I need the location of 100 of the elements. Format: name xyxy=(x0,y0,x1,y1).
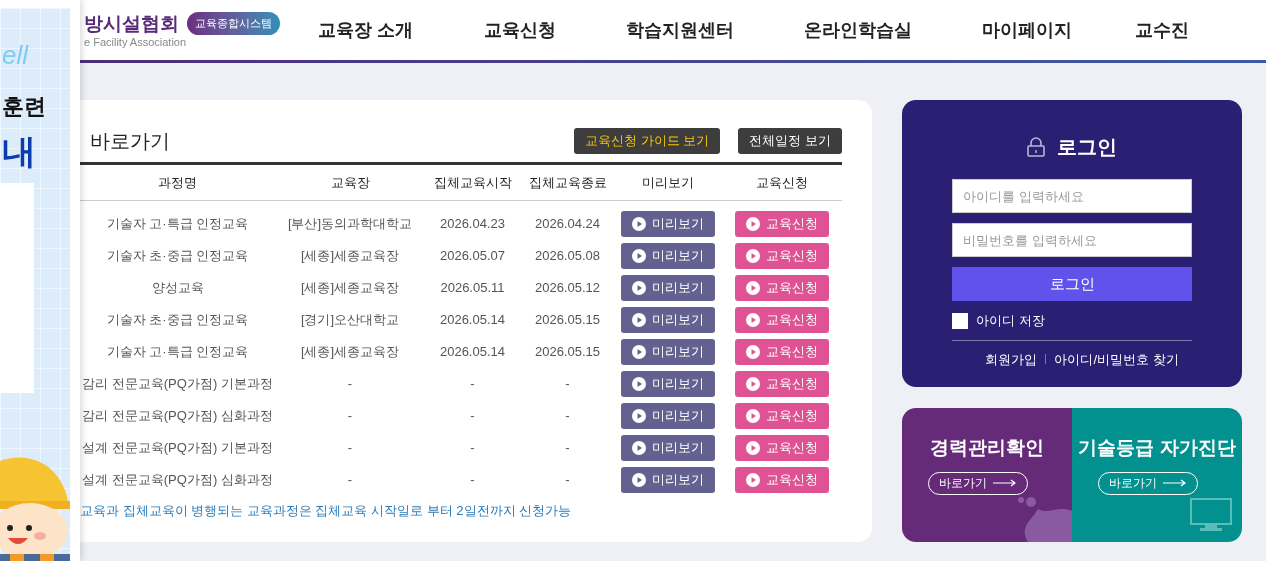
remember-label: 아이디 저장 xyxy=(976,312,1045,330)
system-badge: 교육종합시스템 xyxy=(187,12,280,35)
table-cell-text: 기술자 고·특급 인정교육 xyxy=(106,343,249,362)
banner-headline: 훈련 xyxy=(2,93,46,121)
table-cell-text: - xyxy=(347,407,353,426)
play-icon xyxy=(632,473,646,487)
table-cell-text: - xyxy=(565,407,570,426)
table-cell-text: 2026.04.23 xyxy=(439,215,506,234)
shortcut-card[interactable]: 기술등급 자가진단 바로가기 xyxy=(1072,408,1242,542)
play-icon xyxy=(745,345,760,359)
column-header: 집체교육시작 xyxy=(433,173,512,192)
login-link[interactable]: 회원가입 xyxy=(985,349,1038,369)
banner-title: 내 xyxy=(2,131,36,172)
arrow-icon xyxy=(1163,479,1187,487)
column-header: 과정명 xyxy=(158,173,197,192)
table-cell-text: 2026.05.12 xyxy=(534,279,601,298)
play-icon xyxy=(745,377,760,391)
play-icon xyxy=(745,313,760,327)
table-cell-text: - xyxy=(470,471,475,490)
logo-name: 방시설협회 xyxy=(84,14,179,33)
table-cell-text: - xyxy=(470,375,475,394)
shortcut-card[interactable]: 경력관리확인 바로가기 xyxy=(902,408,1072,542)
preview-button[interactable]: 미리보기 xyxy=(621,307,715,333)
nav-menu-item[interactable]: 교수진 xyxy=(1135,16,1189,44)
column-header: 교육장 xyxy=(330,173,370,192)
apply-button[interactable]: 교육신청 xyxy=(734,467,829,493)
table-cell-text: - xyxy=(347,439,353,458)
preview-button[interactable]: 미리보기 xyxy=(621,467,715,493)
play-icon xyxy=(632,345,646,359)
shortcut-title: 경력관리확인 xyxy=(930,436,1044,460)
table-cell-text: 2026.05.15 xyxy=(534,311,601,330)
table-cell-text: [세종]세종교육장 xyxy=(300,343,400,362)
schedule-button[interactable]: 교육신청 가이드 보기 xyxy=(574,128,721,154)
preview-button[interactable]: 미리보기 xyxy=(621,371,715,397)
table-cell-text: 2026.05.08 xyxy=(534,247,601,266)
column-header: 집체교육종료 xyxy=(528,173,607,192)
preview-button[interactable]: 미리보기 xyxy=(621,339,715,365)
play-icon xyxy=(632,313,646,327)
apply-button[interactable]: 교육신청 xyxy=(734,371,829,397)
apply-button[interactable]: 교육신청 xyxy=(734,435,829,461)
lock-icon xyxy=(1027,137,1045,157)
table-cell-text: 감리 전문교육(PQ가점) 기본과정 xyxy=(82,375,273,394)
nav-menu-item[interactable]: 온라인학습실 xyxy=(804,16,912,44)
play-icon xyxy=(745,473,760,487)
play-icon xyxy=(745,249,760,263)
apply-button[interactable]: 교육신청 xyxy=(734,243,829,269)
preview-button[interactable]: 미리보기 xyxy=(621,275,715,301)
table-cell-text: 양성교육 xyxy=(151,279,204,298)
logo-subtitle: e Facility Association xyxy=(84,36,188,48)
apply-button[interactable]: 교육신청 xyxy=(734,211,829,237)
shortcut-title: 기술등급 자가진단 xyxy=(1078,436,1236,460)
play-icon xyxy=(632,217,646,231)
table-cell-text: 2026.04.24 xyxy=(534,215,601,234)
play-icon xyxy=(745,281,760,295)
table-cell-text: - xyxy=(470,407,475,426)
apply-button[interactable]: 교육신청 xyxy=(734,275,829,301)
play-icon xyxy=(745,441,760,455)
table-cell-text: - xyxy=(347,471,353,490)
notice-text: 교육과 집체교육이 병행되는 교육과정은 집체교육 시작일로 부터 2일전까지 신청가능 xyxy=(80,502,573,520)
table-cell-text: - xyxy=(565,375,570,394)
table-cell-text: - xyxy=(565,471,570,490)
monitor-icon xyxy=(1190,498,1232,532)
table-cell-text: [부산]동의과학대학교 xyxy=(287,215,413,234)
remember-checkbox[interactable] xyxy=(952,312,968,329)
login-button[interactable]: 로그인 xyxy=(952,267,1192,301)
table-cell-text: 기술자 고·특급 인정교육 xyxy=(106,215,249,234)
password-input[interactable]: 비밀번호를 입력하세요 xyxy=(952,223,1192,257)
table-cell-text: 기술자 초·중급 인정교육 xyxy=(106,247,249,266)
nav-menu-item[interactable]: 마이페이지 xyxy=(982,16,1072,44)
table-cell-text: 기술자 초·중급 인정교육 xyxy=(106,311,249,330)
nav-menu-item[interactable]: 교육장 소개 xyxy=(318,16,414,44)
table-cell-text: 2026.05.14 xyxy=(439,311,506,330)
table-cell-text: 설계 전문교육(PQ가점) 심화과정 xyxy=(82,471,273,490)
id-input[interactable]: 아이디를 입력하세요 xyxy=(952,179,1192,213)
table-cell-text: - xyxy=(470,439,475,458)
table-cell-text: - xyxy=(565,439,570,458)
login-title: 로그인 xyxy=(1057,135,1117,160)
schedule-button[interactable]: 전체일정 보기 xyxy=(738,128,842,154)
preview-button[interactable]: 미리보기 xyxy=(621,243,715,269)
preview-button[interactable]: 미리보기 xyxy=(621,211,715,237)
apply-button[interactable]: 교육신청 xyxy=(734,403,829,429)
preview-button[interactable]: 미리보기 xyxy=(621,403,715,429)
play-icon xyxy=(632,249,646,263)
table-cell-text: [경기]오산대학교 xyxy=(300,311,400,330)
apply-button[interactable]: 교육신청 xyxy=(734,307,829,333)
play-icon xyxy=(632,281,646,295)
table-cell-text: 2026.05.11 xyxy=(440,279,505,298)
table-cell-text: [세종]세종교육장 xyxy=(300,279,400,298)
column-header: 교육신청 xyxy=(755,173,808,192)
play-icon xyxy=(632,441,646,455)
login-link[interactable]: 아이디/비밀번호 찾기 xyxy=(1054,349,1179,369)
apply-button[interactable]: 교육신청 xyxy=(734,339,829,365)
nav-menu-item[interactable]: 학습지원센터 xyxy=(626,16,734,44)
table-cell-text: 2026.05.07 xyxy=(439,247,506,266)
table-cell-text: 2026.05.14 xyxy=(439,343,506,362)
play-icon xyxy=(632,377,646,391)
nav-menu-item[interactable]: 교육신청 xyxy=(484,16,556,44)
table-cell-text: 2026.05.15 xyxy=(534,343,601,362)
table-cell-text: - xyxy=(347,375,353,394)
preview-button[interactable]: 미리보기 xyxy=(621,435,715,461)
